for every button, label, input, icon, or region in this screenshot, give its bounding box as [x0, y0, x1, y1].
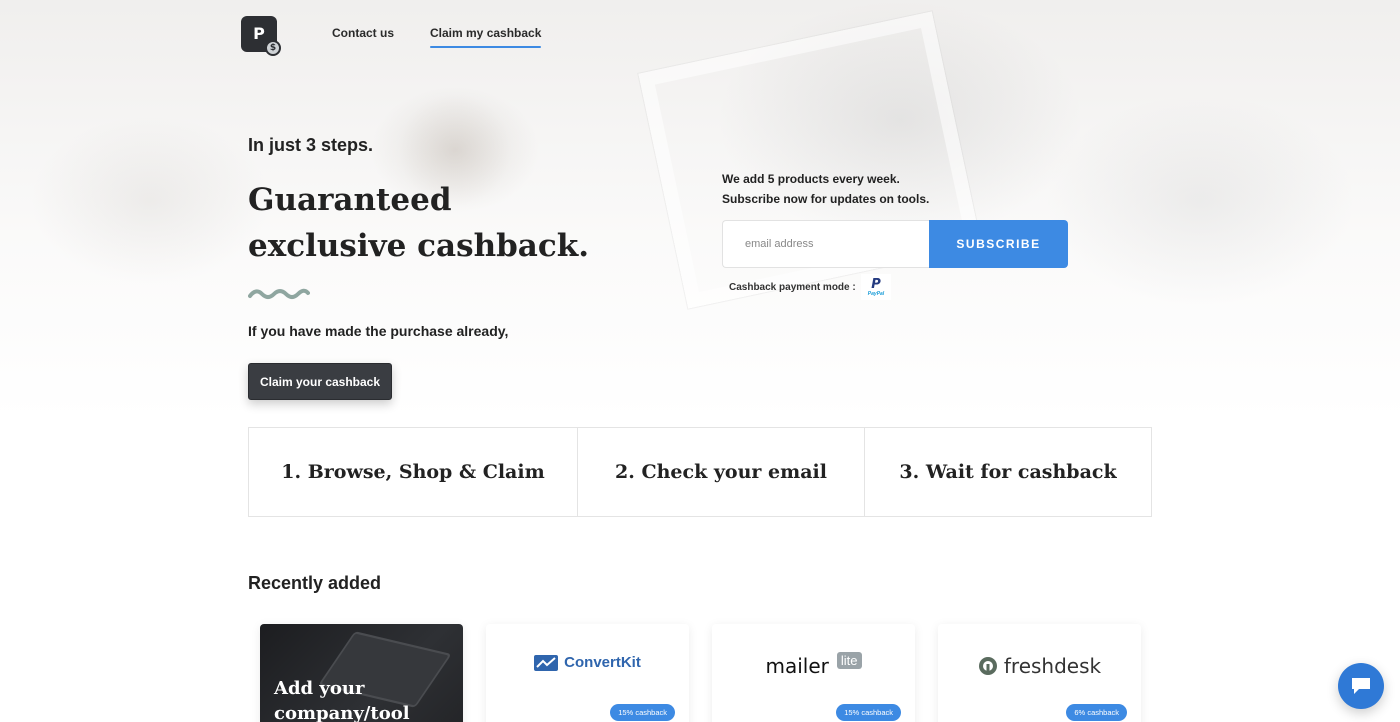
- convertkit-wordmark: ConvertKit: [564, 654, 641, 671]
- squiggle-divider: [248, 288, 310, 299]
- subscribe-button[interactable]: SUBSCRIBE: [929, 220, 1068, 268]
- logo-letter: P: [253, 23, 265, 43]
- payment-mode-label: Cashback payment mode :: [729, 282, 856, 293]
- headline-line-2: exclusive cashback.: [248, 228, 590, 264]
- step-check-email: 2. Check your email: [578, 428, 865, 516]
- step-wait-cashback: 3. Wait for cashback: [899, 461, 1117, 483]
- mailerlite-lite-badge: lite: [836, 651, 862, 669]
- chat-bubble-icon: [1352, 678, 1370, 694]
- purchase-already-text: If you have made the purchase already,: [248, 323, 509, 339]
- steps-panel: 1. Browse, Shop & Claim 2. Check your em…: [248, 427, 1152, 517]
- subscribe-line-2: Subscribe now for updates on tools.: [722, 192, 930, 206]
- step-browse-shop-claim: 1. Browse, Shop & Claim: [249, 428, 578, 516]
- freshdesk-wordmark: freshdesk: [1003, 654, 1102, 678]
- convertkit-logo: ConvertKit: [486, 654, 689, 671]
- mailerlite-logo: mailer lite: [712, 651, 915, 678]
- cashback-badge: 15% cashback: [610, 704, 675, 721]
- hero-eyebrow: In just 3 steps.: [248, 135, 374, 155]
- paypal-wordmark: PayPal: [867, 290, 885, 297]
- site-logo[interactable]: P $: [241, 16, 281, 56]
- coin-icon: $: [265, 40, 281, 56]
- product-card-mailerlite[interactable]: mailer lite 15% cashback: [712, 624, 915, 722]
- nav-contact-us[interactable]: Contact us: [332, 26, 394, 40]
- freshdesk-icon: [978, 657, 997, 675]
- paypal-p-icon: P: [871, 276, 881, 292]
- chart-icon: [534, 654, 559, 671]
- mailerlite-wordmark: mailer: [765, 654, 829, 678]
- freshdesk-logo: freshdesk: [938, 654, 1141, 678]
- subscribe-text: We add 5 products every week. Subscribe …: [722, 169, 929, 209]
- cashback-badge: 15% cashback: [836, 704, 901, 721]
- email-field[interactable]: [722, 220, 930, 268]
- hero-headline: Guaranteed exclusive cashback.: [248, 177, 608, 269]
- cashback-badge: 6% cashback: [1066, 704, 1127, 721]
- claim-cashback-button[interactable]: Claim your cashback: [248, 363, 392, 400]
- add-company-text: Add your company/tool: [274, 678, 410, 722]
- recently-added-title: Recently added: [248, 573, 382, 593]
- product-card-freshdesk[interactable]: freshdesk 6% cashback: [938, 624, 1141, 722]
- nav-claim-my-cashback[interactable]: Claim my cashback: [430, 26, 542, 48]
- product-card-convertkit[interactable]: ConvertKit 15% cashback: [486, 624, 689, 722]
- subscribe-line-1: We add 5 products every week.: [722, 172, 900, 186]
- paypal-logo: P PayPal: [861, 274, 891, 300]
- headline-line-1: Guaranteed: [248, 182, 452, 218]
- chat-button[interactable]: [1338, 663, 1384, 709]
- add-company-card[interactable]: Add your company/tool: [260, 624, 463, 722]
